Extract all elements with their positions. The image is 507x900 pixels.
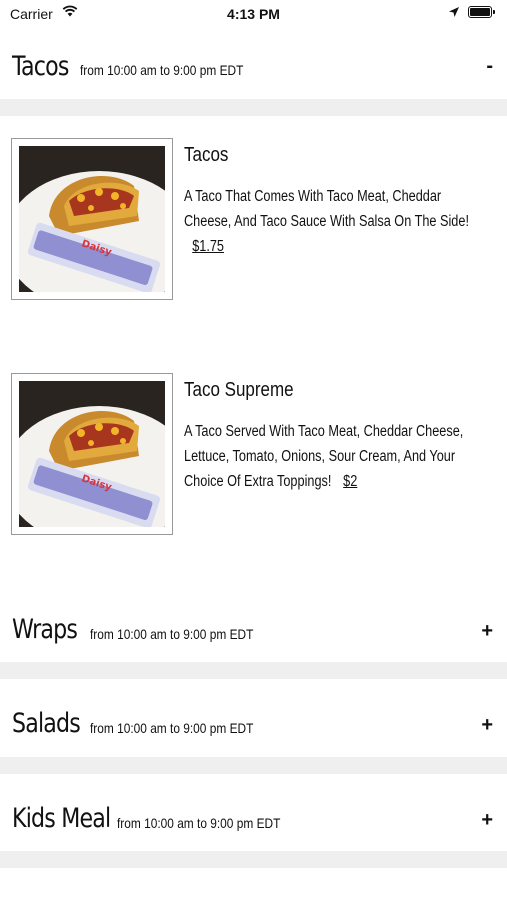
section-title: Kids Meal (12, 803, 111, 834)
section-title: Tacos (12, 51, 69, 82)
section-separator (0, 662, 507, 679)
clock: 4:13 PM (227, 6, 280, 22)
section-hours: from 10:00 am to 9:00 pm EDT (117, 815, 281, 831)
section-header-tacos[interactable]: Tacos from 10:00 am to 9:00 pm EDT - (0, 45, 507, 95)
section-separator (0, 851, 507, 868)
status-bar: Carrier 4:13 PM (0, 0, 507, 28)
item-description-text: A Taco Served With Taco Meat, Cheddar Ch… (184, 423, 464, 490)
battery-icon (468, 6, 496, 19)
section-hours: from 10:00 am to 9:00 pm EDT (80, 62, 244, 78)
section-header-wraps[interactable]: Wraps from 10:00 am to 9:00 pm EDT + (0, 608, 507, 658)
expand-toggle[interactable]: + (481, 620, 493, 643)
section-header-salads[interactable]: Salads from 10:00 am to 9:00 pm EDT + (0, 702, 507, 752)
collapse-toggle[interactable]: - (486, 55, 493, 78)
item-name: Tacos (184, 144, 229, 166)
item-description: A Taco That Comes With Taco Meat, Chedda… (184, 184, 487, 259)
section-title: Wraps (12, 614, 78, 645)
item-price[interactable]: $2 (343, 473, 357, 490)
section-separator (0, 757, 507, 774)
expand-toggle[interactable]: + (481, 714, 493, 737)
section-hours: from 10:00 am to 9:00 pm EDT (90, 720, 254, 736)
section-separator (0, 99, 507, 116)
section-title: Salads (12, 708, 81, 739)
food-photo: Daisy (11, 138, 173, 300)
expand-toggle[interactable]: + (481, 809, 493, 832)
item-price[interactable]: $1.75 (192, 238, 224, 255)
item-name: Taco Supreme (184, 379, 294, 401)
item-description: A Taco Served With Taco Meat, Cheddar Ch… (184, 419, 487, 494)
item-description-text: A Taco That Comes With Taco Meat, Chedda… (184, 188, 469, 230)
food-photo: Daisy (11, 373, 173, 535)
section-header-kids-meal[interactable]: Kids Meal from 10:00 am to 9:00 pm EDT + (0, 797, 507, 847)
section-hours: from 10:00 am to 9:00 pm EDT (90, 626, 254, 642)
location-arrow-icon (449, 7, 459, 17)
